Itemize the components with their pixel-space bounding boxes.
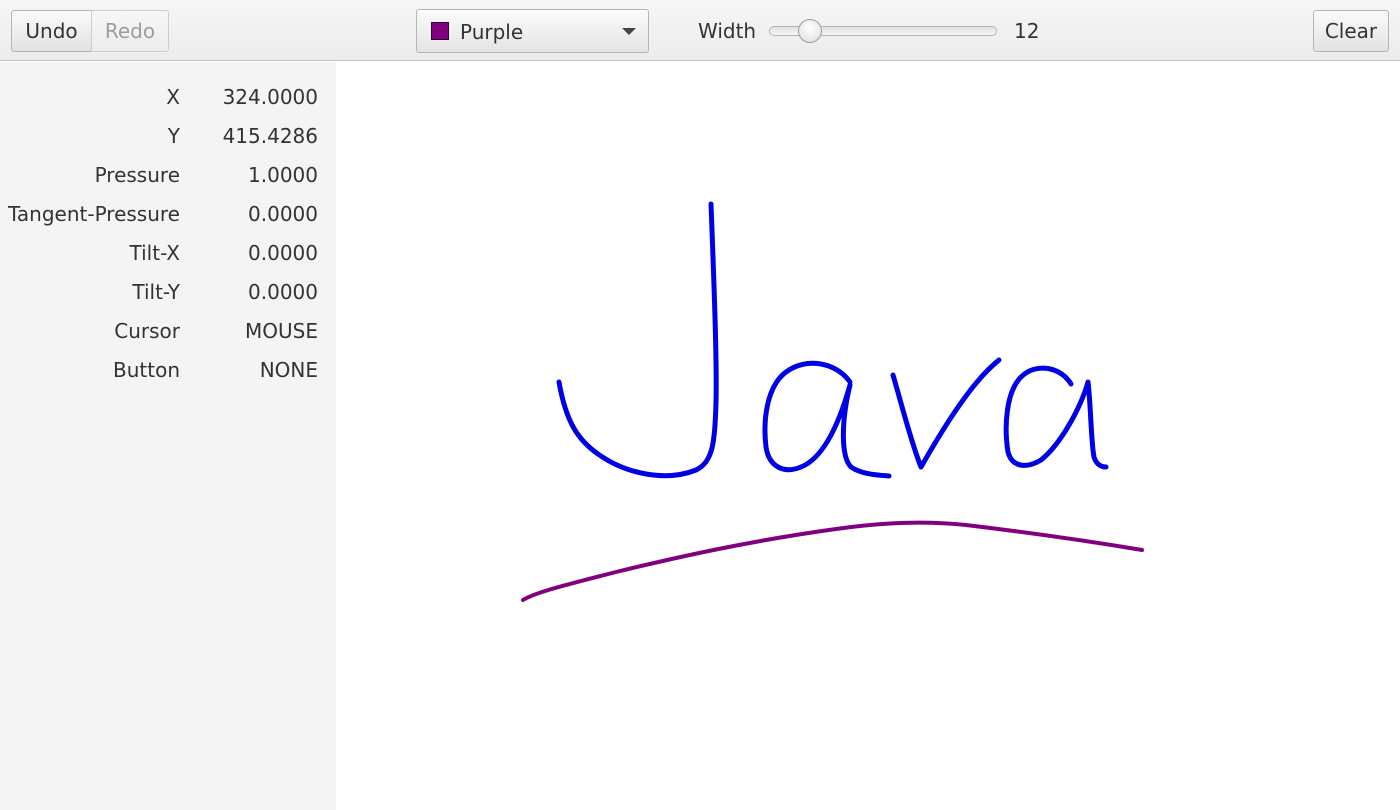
- property-row-tilt-x: Tilt-X 0.0000: [0, 241, 336, 271]
- stroke-J: [556, 201, 719, 479]
- property-name: Y: [167, 124, 180, 148]
- property-name: Tilt-X: [129, 241, 180, 265]
- width-label: Width: [698, 19, 757, 43]
- property-name: Tangent-Pressure: [8, 202, 180, 226]
- property-name: Button: [113, 358, 180, 382]
- width-value: 12: [1014, 19, 1040, 43]
- property-row-tangent-pressure: Tangent-Pressure 0.0000: [0, 202, 336, 232]
- property-name: Cursor: [114, 319, 180, 343]
- property-row-x: X 324.0000: [0, 85, 336, 115]
- properties-panel: X 324.0000 Y 415.4286 Pressure 1.0000 Ta…: [0, 62, 336, 810]
- property-value: 0.0000: [248, 241, 318, 265]
- property-row-cursor: Cursor MOUSE: [0, 319, 336, 349]
- color-swatch: [431, 22, 449, 40]
- stroke-underline: [521, 520, 1144, 602]
- toolbar: Undo Redo Purple Width 12 Clear: [0, 0, 1400, 61]
- undo-button[interactable]: Undo: [11, 10, 92, 52]
- color-select[interactable]: Purple: [416, 9, 649, 53]
- property-name: Pressure: [94, 163, 180, 187]
- property-value: 0.0000: [248, 280, 318, 304]
- property-row-pressure: Pressure 1.0000: [0, 163, 336, 193]
- redo-button[interactable]: Redo: [91, 10, 169, 52]
- property-row-y: Y 415.4286: [0, 124, 336, 154]
- clear-button[interactable]: Clear: [1313, 10, 1389, 52]
- color-select-value: Purple: [460, 20, 524, 44]
- stroke-v: [890, 357, 1002, 470]
- property-value: MOUSE: [245, 319, 318, 343]
- property-row-tilt-y: Tilt-Y 0.0000: [0, 280, 336, 310]
- property-name: Tilt-Y: [132, 280, 180, 304]
- width-slider-thumb[interactable]: [797, 19, 822, 43]
- drawing-canvas[interactable]: [336, 62, 1400, 810]
- property-value: 1.0000: [248, 163, 318, 187]
- property-value: 0.0000: [248, 202, 318, 226]
- drawing-surface: [521, 201, 1144, 602]
- property-value: NONE: [259, 358, 318, 382]
- property-value: 324.0000: [222, 85, 318, 109]
- property-name: X: [166, 85, 180, 109]
- property-value: 415.4286: [222, 124, 318, 148]
- stroke-a1: [762, 360, 892, 479]
- property-row-button: Button NONE: [0, 358, 336, 388]
- chevron-down-icon: [622, 28, 636, 35]
- stroke-a2: [1003, 365, 1109, 470]
